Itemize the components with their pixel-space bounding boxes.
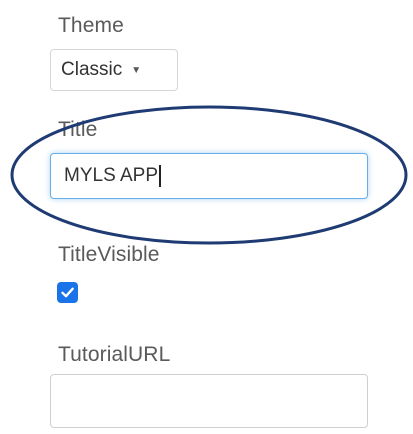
theme-label: Theme	[58, 14, 124, 37]
theme-dropdown-value: Classic	[61, 59, 123, 80]
tutorial-url-input[interactable]	[50, 374, 368, 428]
title-input-value: MYLS APP	[64, 165, 158, 186]
title-label: Title	[58, 118, 98, 141]
title-visible-checkbox[interactable]	[57, 282, 78, 303]
theme-dropdown[interactable]: Classic ▼	[50, 49, 178, 91]
panel-gutter	[0, 0, 44, 434]
properties-panel: Theme Classic ▼ Title MYLS APP TitleVisi…	[0, 0, 413, 434]
title-visible-label: TitleVisible	[58, 243, 160, 266]
checkmark-icon	[61, 287, 74, 298]
tutorial-url-label: TutorialURL	[58, 343, 171, 366]
title-input[interactable]: MYLS APP	[50, 153, 368, 199]
caret-down-icon: ▼	[131, 65, 142, 76]
text-cursor	[159, 165, 161, 187]
